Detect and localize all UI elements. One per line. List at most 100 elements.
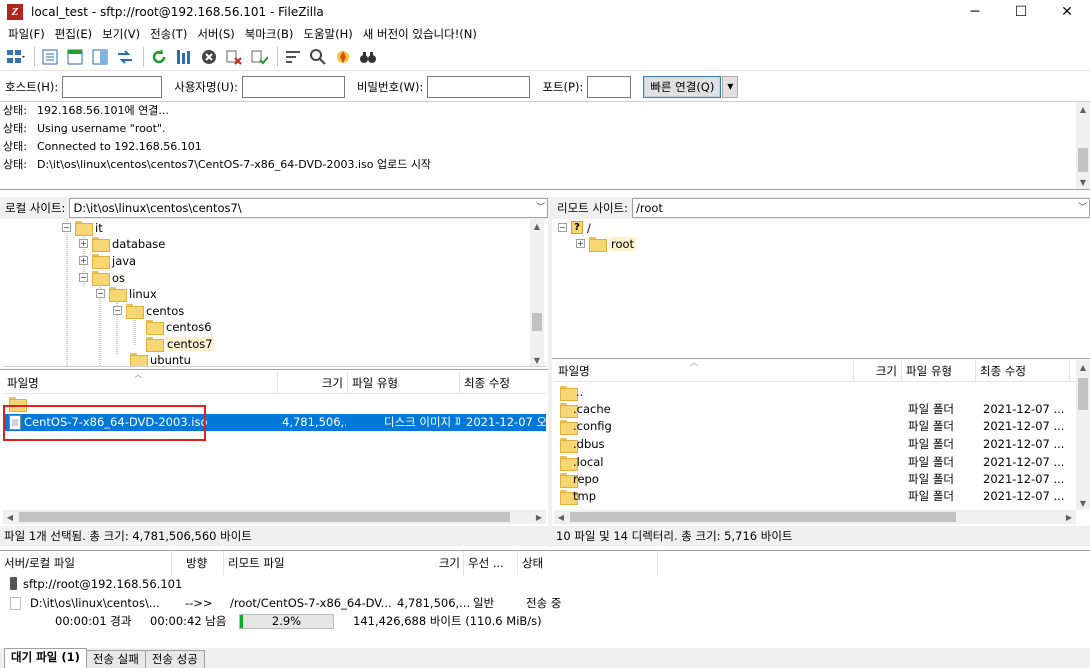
local-tree-scrollbar[interactable]: ▲ ▼ <box>530 219 544 366</box>
file-row[interactable]: tmp 파일 폴더 2021-12-07 ... <box>554 488 1090 505</box>
scroll-down-icon[interactable]: ▼ <box>1076 175 1090 189</box>
column-direction[interactable]: 방향 <box>172 551 224 575</box>
collapse-icon[interactable]: − <box>79 273 88 282</box>
menu-server[interactable]: 서버(S) <box>192 24 239 44</box>
menu-new-version[interactable]: 새 버전이 있습니다!(N) <box>358 24 482 44</box>
toggle-local-tree-icon[interactable] <box>64 46 86 68</box>
expand-icon[interactable]: + <box>79 239 88 248</box>
column-size[interactable]: 크기 <box>278 372 348 394</box>
remote-list-vscrollbar[interactable]: ▲ ▼ <box>1076 360 1090 510</box>
password-input[interactable] <box>427 75 531 98</box>
file-row[interactable]: .dbus 파일 폴더 2021-12-07 ... <box>554 436 1090 453</box>
scroll-thumb[interactable] <box>1078 148 1088 172</box>
disconnect-icon[interactable] <box>223 46 245 68</box>
synchronized-browsing-icon[interactable] <box>332 46 354 68</box>
pane-splitter[interactable] <box>548 197 552 547</box>
chevron-down-icon[interactable]: ﹀ <box>536 199 545 217</box>
username-input[interactable] <box>241 75 345 98</box>
scroll-thumb[interactable] <box>1078 378 1088 410</box>
scroll-up-icon[interactable]: ▲ <box>530 219 544 233</box>
site-manager-icon[interactable] <box>5 46 27 68</box>
queue-file-row[interactable]: D:\it\os\linux\centos\... -->> /root/Cen… <box>0 594 1090 612</box>
collapse-icon[interactable]: − <box>113 306 122 315</box>
quickconnect-button[interactable]: 빠른 연결(Q) <box>643 75 722 98</box>
tree-item-centos7[interactable]: centos7 <box>146 335 214 352</box>
file-row[interactable]: .config 파일 폴더 2021-12-07 ... <box>554 418 1090 435</box>
tab-failed-transfers[interactable]: 전송 실패 <box>85 650 146 668</box>
scroll-thumb[interactable] <box>19 512 510 522</box>
tree-item-java[interactable]: + java <box>79 252 136 269</box>
host-input[interactable] <box>62 75 163 98</box>
scroll-right-icon[interactable]: ▶ <box>1062 510 1076 524</box>
column-size[interactable]: 크기 <box>380 551 464 575</box>
remote-path-input[interactable]: /root ﹀ <box>632 198 1090 218</box>
file-row-parent[interactable]: .. <box>554 384 1090 401</box>
tree-item-root-slash[interactable]: −? / <box>558 219 591 236</box>
toggle-remote-tree-icon[interactable] <box>89 46 111 68</box>
tree-item-centos6[interactable]: centos6 <box>146 318 212 335</box>
tree-item-ubuntu[interactable]: ubuntu <box>130 351 191 366</box>
column-filetype[interactable]: 파일 유형 <box>348 372 460 394</box>
remote-list-hscrollbar[interactable]: ◀ ▶ <box>554 510 1076 524</box>
expand-icon[interactable]: + <box>79 256 88 265</box>
column-status[interactable]: 상태 <box>518 551 658 575</box>
tab-queued-files[interactable]: 대기 파일 (1) <box>4 648 87 668</box>
column-filetype[interactable]: 파일 유형 <box>902 360 976 382</box>
collapse-icon[interactable]: − <box>62 223 71 232</box>
column-modified[interactable]: 최종 수정 <box>976 360 1070 382</box>
local-path-input[interactable]: D:\it\os\linux\centos\centos7\ ﹀ <box>69 198 548 218</box>
menu-transfer[interactable]: 전송(T) <box>145 24 192 44</box>
column-server-local-file[interactable]: 서버/로컬 파일 <box>0 551 172 575</box>
maximize-button[interactable]: ☐ <box>998 0 1044 24</box>
port-input[interactable] <box>587 75 632 98</box>
search-remote-files-icon[interactable] <box>357 46 379 68</box>
collapse-icon[interactable]: − <box>96 289 105 298</box>
queue-progress-row: 00:00:01 경과 00:00:42 남음 2.9% 141,426,688… <box>0 612 1090 630</box>
menu-edit[interactable]: 편집(E) <box>50 24 97 44</box>
tree-item-linux[interactable]: − linux <box>96 285 157 302</box>
cancel-operation-icon[interactable] <box>198 46 220 68</box>
toggle-log-icon[interactable] <box>39 46 61 68</box>
tab-successful-transfers[interactable]: 전송 성공 <box>144 650 205 668</box>
column-size[interactable]: 크기 <box>854 360 902 382</box>
chevron-down-icon[interactable]: ﹀ <box>1078 199 1087 217</box>
scroll-thumb[interactable] <box>532 313 542 331</box>
refresh-icon[interactable] <box>148 46 170 68</box>
minimize-button[interactable]: ─ <box>952 0 998 24</box>
file-row[interactable]: .cache 파일 폴더 2021-12-07 ... <box>554 401 1090 418</box>
file-row[interactable]: repo 파일 폴더 2021-12-07 ... <box>554 471 1090 488</box>
scroll-left-icon[interactable]: ◀ <box>3 510 17 524</box>
tree-item-centos[interactable]: − centos <box>113 302 184 319</box>
expand-icon[interactable]: + <box>576 239 585 248</box>
scroll-thumb[interactable] <box>570 512 956 522</box>
scroll-up-icon[interactable]: ▲ <box>1076 360 1090 374</box>
scroll-down-icon[interactable]: ▼ <box>1076 496 1090 510</box>
column-priority[interactable]: 우선 ... <box>464 551 518 575</box>
scroll-up-icon[interactable]: ▲ <box>1076 102 1090 116</box>
menu-view[interactable]: 보기(V) <box>97 24 145 44</box>
close-button[interactable]: ✕ <box>1044 0 1090 24</box>
queue-server-row[interactable]: sftp://root@192.168.56.101 <box>0 575 1090 593</box>
scroll-left-icon[interactable]: ◀ <box>554 510 568 524</box>
reconnect-icon[interactable] <box>248 46 270 68</box>
menu-bookmarks[interactable]: 북마크(B) <box>240 24 299 44</box>
process-queue-icon[interactable] <box>173 46 195 68</box>
quickconnect-dropdown-icon[interactable]: ▼ <box>722 75 739 98</box>
tree-item-database[interactable]: + database <box>79 235 165 252</box>
scroll-right-icon[interactable]: ▶ <box>532 510 546 524</box>
log-scrollbar[interactable]: ▲ ▼ <box>1076 102 1090 189</box>
scroll-down-icon[interactable]: ▼ <box>530 353 544 366</box>
file-row[interactable]: .local 파일 폴더 2021-12-07 ... <box>554 454 1090 471</box>
collapse-icon[interactable]: − <box>558 223 567 232</box>
tree-item-root[interactable]: + root <box>576 235 637 252</box>
tree-item-os[interactable]: − os <box>79 269 125 286</box>
directory-listing-filter-icon[interactable] <box>282 46 304 68</box>
menu-file[interactable]: 파일(F) <box>3 24 50 44</box>
toggle-queue-icon[interactable] <box>114 46 136 68</box>
local-list-hscrollbar[interactable]: ◀ ▶ <box>3 510 546 524</box>
compare-directories-icon[interactable] <box>307 46 329 68</box>
menu-help[interactable]: 도움말(H) <box>298 24 357 44</box>
tree-item-it[interactable]: − it <box>62 219 103 236</box>
column-filename[interactable]: 파일명 <box>554 360 854 382</box>
column-modified[interactable]: 최종 수정 <box>460 372 546 394</box>
